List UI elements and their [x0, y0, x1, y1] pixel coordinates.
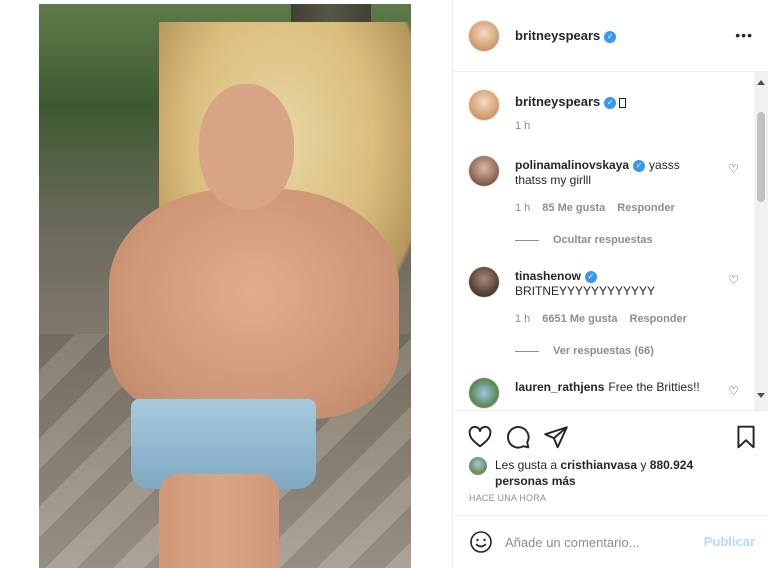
photo-torso [109, 189, 399, 419]
commenter-avatar[interactable] [469, 267, 499, 297]
commenter-username[interactable]: lauren_rathjens [515, 380, 604, 394]
scroll-up-arrow-icon[interactable] [757, 80, 765, 85]
reply-button[interactable]: Responder [630, 313, 687, 325]
replies-toggle-label[interactable]: Ver respuestas (66) [553, 345, 654, 357]
commenter-username[interactable]: polinamalinovskaya ✓ [515, 158, 646, 172]
caption-username[interactable]: britneyspears ✓ [515, 94, 627, 109]
post-header: britneyspears ✓ ••• [453, 10, 768, 62]
comment-like-heart-icon[interactable]: ♡ [728, 384, 739, 398]
verified-badge-icon: ✓ [633, 159, 646, 172]
caption-time[interactable]: 1 h [515, 120, 530, 132]
post-actions [453, 420, 768, 454]
likes-text: Les gusta a cristhianvasa y 880.924 pers… [495, 457, 745, 489]
comment-text: polinamalinovskaya ✓ yasss thatss my girll… [515, 158, 710, 188]
liker-username[interactable]: cristhianvasa [560, 458, 637, 472]
comments-list: britneyspears ✓ 1 h polinamalinovskaya ✓ ya… [453, 72, 755, 410]
author-username-text[interactable]: britneyspears [515, 28, 600, 43]
comment-body: Free the Britties!! [608, 380, 700, 394]
send-icon[interactable] [543, 424, 569, 450]
emoji-icon[interactable] [469, 530, 493, 554]
missing-emoji-glyph [619, 97, 627, 108]
scroll-thumb[interactable] [757, 112, 765, 202]
comment-like-heart-icon[interactable]: ♡ [728, 162, 739, 176]
commenter-avatar[interactable] [469, 156, 499, 186]
replies-toggle-label[interactable]: Ocultar respuestas [553, 234, 653, 246]
caption-avatar[interactable] [469, 90, 499, 120]
verified-badge-icon: ✓ [604, 96, 617, 109]
verified-badge-icon: ✓ [585, 270, 598, 283]
comment-icon[interactable] [505, 424, 531, 450]
photo-legs [159, 474, 279, 568]
more-options-button[interactable]: ••• [735, 27, 753, 43]
verified-badge-icon: ✓ [604, 30, 617, 43]
comment-like-heart-icon[interactable]: ♡ [728, 273, 739, 287]
commenter-username[interactable]: tinashenow ✓ [515, 269, 598, 283]
author-avatar[interactable] [469, 21, 499, 51]
replies-dash [515, 239, 539, 241]
comment-form: Publicar [453, 516, 768, 568]
comment-meta: 1 h 6651 Me gusta Responder [515, 313, 699, 325]
comment-time[interactable]: 1 h [515, 313, 530, 325]
publish-button[interactable]: Publicar [704, 534, 755, 549]
scroll-down-arrow-icon[interactable] [757, 393, 765, 398]
post-timestamp[interactable]: HACE UNA HORA [469, 493, 546, 503]
post-photo[interactable] [39, 4, 411, 568]
comment-time[interactable]: 1 h [515, 202, 530, 214]
hide-replies-button[interactable]: Ocultar respuestas [515, 234, 653, 246]
commenter-avatar[interactable] [469, 378, 499, 408]
caption-username-text[interactable]: britneyspears [515, 94, 600, 109]
comment-likes-count[interactable]: 85 Me gusta [542, 202, 605, 214]
bookmark-icon[interactable] [733, 424, 759, 450]
comment-input[interactable] [505, 531, 695, 553]
actions-divider [453, 410, 768, 411]
likes-conjunction: y [637, 458, 650, 472]
liker-avatar[interactable] [469, 457, 487, 475]
comment-text: tinashenow ✓ BRITNEYYYYYYYYYYYY [515, 269, 710, 299]
comments-scrollbar[interactable] [754, 72, 768, 410]
reply-button[interactable]: Responder [617, 202, 674, 214]
commenter-username-text[interactable]: polinamalinovskaya [515, 158, 629, 172]
view-replies-button[interactable]: Ver respuestas (66) [515, 345, 654, 357]
replies-dash [515, 350, 539, 352]
comment-meta: 1 h 85 Me gusta Responder [515, 202, 687, 214]
comment-likes-count[interactable]: 6651 Me gusta [542, 313, 617, 325]
photo-face [199, 84, 294, 209]
heart-icon[interactable] [467, 424, 493, 450]
author-username[interactable]: britneyspears ✓ [515, 28, 617, 43]
commenter-username-text[interactable]: tinashenow [515, 269, 581, 283]
comment-text: lauren_rathjens Free the Britties!! [515, 380, 710, 395]
comment-body: BRITNEYYYYYYYYYYYY [515, 284, 656, 298]
post-side-panel: britneyspears ✓ ••• britneyspears ✓ 1 h po… [452, 0, 768, 568]
likes-prefix: Les gusta a [495, 458, 561, 472]
